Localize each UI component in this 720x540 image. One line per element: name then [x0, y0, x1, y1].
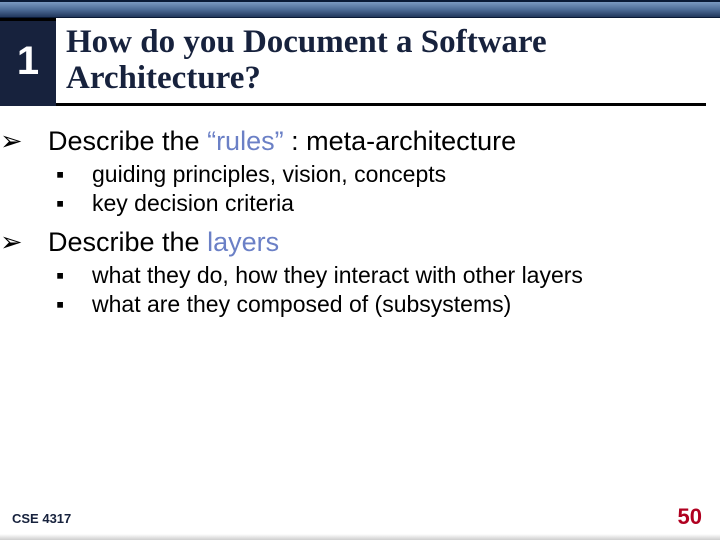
slide-number-box: 1 [0, 18, 56, 106]
subbullet-text: what are they composed of (subsystems) [92, 291, 511, 317]
content-area: ➢Describe the “rules” : meta-architectur… [26, 120, 692, 319]
slide-number: 1 [0, 21, 56, 101]
bullet-text-prefix: Describe the [48, 227, 207, 257]
top-gradient-bar [0, 0, 720, 18]
arrow-icon: ➢ [26, 227, 48, 259]
arrow-icon: ➢ [26, 126, 48, 158]
bullet-level1: ➢Describe the “rules” : meta-architectur… [26, 126, 692, 158]
square-icon: ▪ [76, 189, 92, 217]
bullet-level2: ▪key decision criteria [76, 189, 692, 217]
square-icon: ▪ [76, 290, 92, 318]
square-icon: ▪ [76, 160, 92, 188]
square-icon: ▪ [76, 261, 92, 289]
footer-page-number: 50 [678, 504, 702, 530]
title-underline [56, 103, 706, 106]
subbullet-text: key decision criteria [92, 190, 294, 216]
title-block: How do you Document a Software Architect… [66, 24, 700, 97]
bullet-highlight: layers [207, 227, 279, 257]
bottom-shadow [0, 534, 720, 540]
bullet-level2: ▪what are they composed of (subsystems) [76, 290, 692, 318]
bullet-level2: ▪what they do, how they interact with ot… [76, 261, 692, 289]
bullet-highlight: “rules” [207, 126, 284, 156]
slide-title: How do you Document a Software Architect… [66, 24, 700, 97]
footer-course: CSE 4317 [12, 511, 71, 526]
subbullet-text: what they do, how they interact with oth… [92, 262, 583, 288]
bullet-level1: ➢Describe the layers [26, 227, 692, 259]
subbullet-text: guiding principles, vision, concepts [92, 161, 446, 187]
bullet-text-suffix: : meta-architecture [284, 126, 517, 156]
bullet-text-prefix: Describe the [48, 126, 207, 156]
bullet-level2: ▪guiding principles, vision, concepts [76, 160, 692, 188]
